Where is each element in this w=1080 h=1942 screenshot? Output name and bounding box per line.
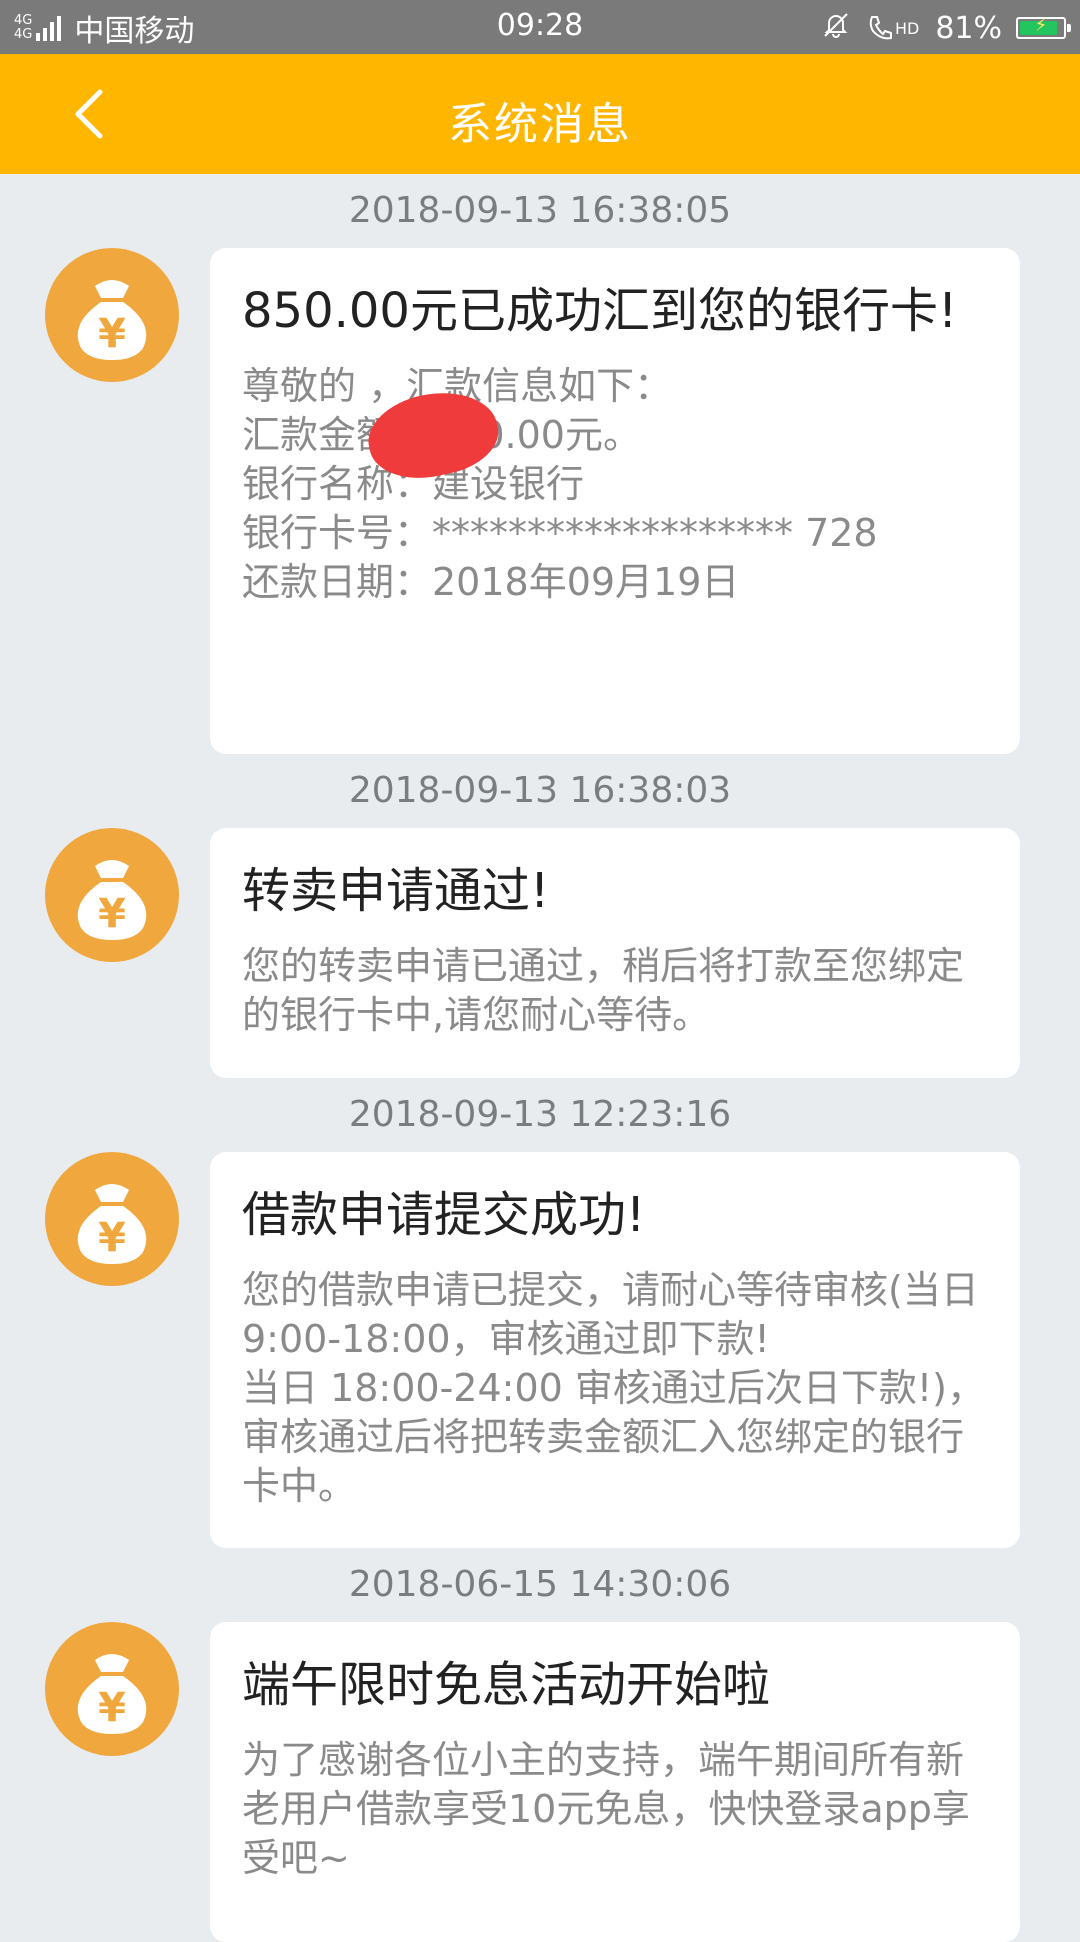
nav-bar: 系统消息 [0,54,1080,174]
message-body: 您的借款申请已提交，请耐心等待审核(当日 9:00-18:00，审核通过即下款!… [242,1268,985,1508]
hd-call-icon: HD [867,13,919,43]
page-title: 系统消息 [448,99,632,150]
money-bag-icon: ¥ [45,1622,179,1756]
message-title: 端午限时免息活动开始啦 [242,1657,771,1713]
message-body: 为了感谢各位小主的支持，端午期间所有新老用户借款享受10元免息，快快登录app享… [242,1738,970,1880]
charging-icon: ⚡ [1034,15,1048,36]
message-card[interactable]: 转卖申请通过! 您的转卖申请已通过，稍后将打款至您绑定的银行卡中,请您耐心等待。 [210,828,1020,1078]
message-title: 转卖申请通过! [242,863,550,919]
status-right: HD 81% ⚡ [821,8,1071,48]
money-bag-icon: ¥ [45,248,179,382]
message-timestamp: 2018-06-15 14:30:06 [348,1564,732,1605]
message-timestamp: 2018-09-13 12:23:16 [348,1094,732,1135]
money-bag-icon: ¥ [45,1152,179,1286]
svg-text:¥: ¥ [98,311,126,357]
bell-muted-icon [821,10,851,47]
message-timestamp: 2018-09-13 16:38:05 [348,190,732,231]
message-body: 您的转卖申请已通过，稍后将打款至您绑定的银行卡中,请您耐心等待。 [242,944,965,1037]
message-card[interactable]: 借款申请提交成功! 您的借款申请已提交，请耐心等待审核(当日 9:00-18:0… [210,1152,1020,1548]
message-title: 借款申请提交成功! [242,1187,646,1243]
battery-percent: 81% [935,10,1002,46]
money-bag-icon: ¥ [45,828,179,962]
svg-text:¥: ¥ [98,891,126,937]
message-card[interactable]: 850.00元已成功汇到您的银行卡! 尊敬的 ，汇款信息如下： 汇款金额：850… [210,248,1020,754]
hd-label: HD [894,18,920,38]
message-title: 850.00元已成功汇到您的银行卡! [242,283,958,339]
status-bar: 4G 4G 中国移动 09:28 HD 81% ⚡ [0,0,1080,54]
message-timestamp: 2018-09-13 16:38:03 [348,770,732,811]
svg-text:¥: ¥ [98,1215,126,1261]
svg-text:¥: ¥ [98,1685,126,1731]
battery-icon: ⚡ [1016,15,1071,39]
message-card[interactable]: 端午限时免息活动开始啦 为了感谢各位小主的支持，端午期间所有新老用户借款享受10… [210,1622,1020,1942]
message-body: 尊敬的 ，汇款信息如下： 汇款金额：850.00元。 银行名称：建设银行 银行卡… [242,364,878,604]
